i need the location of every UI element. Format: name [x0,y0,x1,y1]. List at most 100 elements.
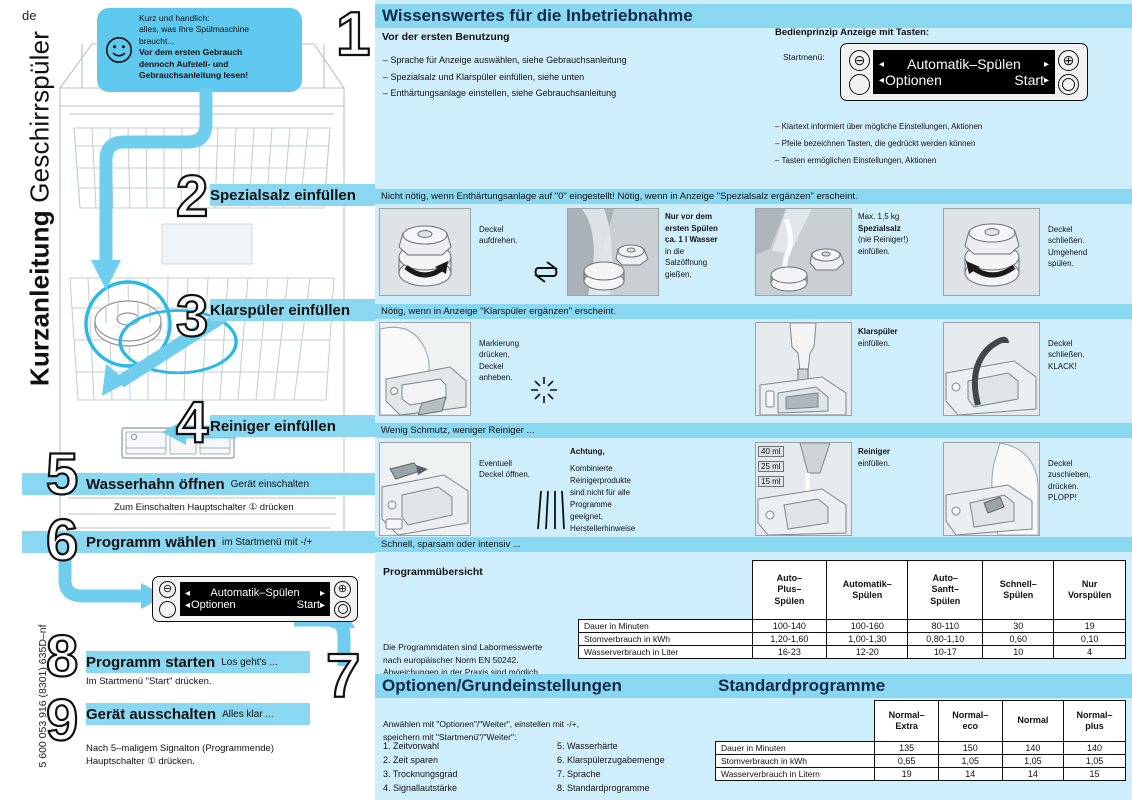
optionen-list-left: 1. Zeitvorwahl 2. Zeit sparen 3. Trocknu… [383,740,458,796]
cell-1-1: 1,00-1,30 [826,632,909,646]
caption-rinse-3: Deckel schließen. KLACK! [1048,326,1128,372]
caption-salt-3-pre: Max. 1,5 kg [858,212,900,221]
right-arrow-icon-main-2: ▸ [1043,74,1049,86]
table-row: Dauer in Minuten 135 150 140 140 [714,741,1126,755]
caption-detergent-4: Deckel zuschieben, drücken. PLOPP! [1048,446,1128,504]
std-cell-2-2: 14 [1001,767,1065,781]
table-row: Wasserverbrauch in Litern 19 14 14 15 [714,767,1126,781]
caption-detergent-1-text: Eventuell Deckel öffnen. [479,458,530,480]
thumb-rinse-2 [755,322,852,416]
step-title-9: Gerät ausschalten [86,705,217,723]
display-left-buttons-main: ⊖ [849,49,870,95]
step-note-9-text: Nach 5–maligem Signalton (Programmende) … [86,742,274,767]
caption-detergent-2-bold: Achtung, [570,447,605,456]
program-overview-table: Auto– Plus– Spülen Automatik– Spülen Aut… [578,560,1126,659]
thumb-salt-1 [379,208,471,296]
cell-0-4: 19 [1053,619,1126,633]
step-bar-9: Gerät ausschalten Alles klar ... [86,703,310,725]
cell-2-2: 10-17 [907,645,984,659]
intro-line-1: Kurz und handlich: [139,13,210,23]
main-panel: Wissenswertes für die Inbetriebnahme Vor… [375,0,1132,800]
intro-line-2: alles, was Ihre Spülmaschine [139,24,250,35]
display-left-buttons: ⊖ [159,580,176,618]
step-title-2: Spezialsalz einfüllen [210,186,356,204]
optionen-intro-text: Anwählen mit "Optionen"/"Weiter", einste… [383,718,579,742]
caption-salt-1: Deckel aufdrehen. [479,212,559,247]
table-row: Dauer in Minuten 100-140 100-160 80-110 … [578,619,1126,633]
ml-tag-25: 25 ml [758,461,784,472]
caption-salt-3: Max. 1,5 kg Spezialsalz (nie Reiniger!) … [858,211,936,257]
step-note-8-text: Im Startmenü "Start" drücken. [86,676,212,687]
plus-button-main[interactable]: ⊕ [1058,49,1079,71]
std-cell-2-3: 15 [1063,767,1126,781]
blank-button[interactable] [159,600,176,618]
section-header-standardprogramme: Standardprogramme [711,674,1132,698]
cell-0-2: 80-110 [907,619,984,633]
caption-salt-3-bold: Spezialsalz [858,223,901,233]
col-header-1: Automatik– Spülen [826,560,909,620]
step-number-6: 6 [45,508,79,573]
step-bar-2: Spezialsalz einfüllen [210,184,375,206]
control-display-panel-left[interactable]: ⊖ ◂ Automatik–Spülen ▸ ◂ Optionen Start … [152,576,358,622]
col-header-3: Schnell– Spülen [982,560,1055,620]
plus-button[interactable]: ⊕ [334,580,351,598]
table-header-row: Auto– Plus– Spülen Automatik– Spülen Aut… [579,560,1126,620]
minus-button[interactable]: ⊖ [159,580,176,598]
bedien-note-2: – Pfeile bezeichnen Tasten, die gedrückt… [775,139,976,149]
minus-button-main[interactable]: ⊖ [849,49,870,71]
cell-2-1: 12-20 [826,645,909,659]
thumb-detergent-1 [379,442,471,536]
std-cell-0-2: 140 [1001,741,1065,755]
bedienprinzip-notes: – Klartext informiert über mögliche Eins… [775,118,982,170]
lcd-row-options-main: ◂ Optionen Start ▸ [879,72,1049,88]
bullet-2: – Spezialsalz und Klarspüler einfüllen, … [383,71,585,82]
std-cell-1-1: 1,05 [937,754,1003,768]
cell-2-0: 16-23 [751,645,828,659]
band-salt-text: Nicht nötig, wenn Enthärtungsanlage auf … [381,191,858,202]
lcd-row-options: ◂ Optionen Start ▸ [185,599,325,611]
display-right-buttons-main: ⊕ [1058,49,1079,95]
left-arrow-icon: ◂ [185,587,191,599]
right-arrow-icon: ▸ [319,587,325,599]
intro-callout-text: Kurz und handlich: alles, was Ihre Spülm… [139,13,297,82]
caption-rinse-1-text: Markierung drücken, Deckel anheben. [479,338,520,383]
option-item-5: 5. Wasserhärte [557,741,618,751]
plus-icon: ⊕ [337,582,348,595]
cell-1-0: 1,20-1,60 [751,632,828,646]
band-detergent: Wenig Schmutz, weniger Reiniger ... [375,423,1132,438]
intro-callout: Kurz und handlich: alles, was Ihre Spülm… [97,8,302,92]
option-item-4: 4. Signallautstärke [383,782,458,793]
band-rinse: Nötig, wenn in Anzeige "Klarspüler ergän… [375,304,1132,319]
display-right-buttons: ⊕ [334,580,351,618]
cell-0-0: 100-140 [751,619,828,633]
band-salt: Nicht nötig, wenn Enthärtungsanlage auf … [375,189,1132,204]
std-col-header-0: Normal– Extra [874,700,939,742]
caption-rinse-2-bold: Klarspüler [858,327,898,336]
caption-detergent-4-text: Deckel zuschieben, drücken. PLOPP! [1048,458,1091,503]
step-sub-8: Los geht's ... [221,656,278,668]
step-sub-5: Gerät einschalten [230,478,310,490]
standard-programs-table: Normal– Extra Normal– eco Normal Normal–… [714,700,1126,781]
std-col-header-3: Normal– plus [1063,700,1126,742]
option-item-8: 8. Standardprogramme [557,782,650,793]
page-title-thin: Geschirrspüler [24,30,55,203]
swap-arrows-icon [534,261,558,283]
step-note-5-text: Zum Einschalten Hauptschalter ① drücken [114,502,294,513]
ring-icon [337,604,348,614]
caption-salt-2-rest: in die Salzöffnung gießen. [665,246,708,279]
blank-button-main[interactable] [849,73,870,95]
step-title-5: Wasserhahn öffnen [86,475,225,493]
ring-button[interactable] [334,600,351,618]
ring-button-main[interactable] [1058,73,1079,95]
cell-0-3: 30 [982,619,1055,633]
caption-detergent-3-bold: Reiniger [858,447,891,456]
control-display-panel-main[interactable]: ⊖ ◂ Automatik–Spülen ▸ ◂ Optionen Start … [840,43,1088,101]
step-sub-6: im Startmenü mit -/+ [222,536,313,548]
quick-guide-page: de Kurzanleitung Geschirrspüler 5 600 05… [0,0,1132,800]
std-cell-1-3: 1,05 [1063,754,1126,768]
step-bar-8: Programm starten Los geht's ... [86,651,310,673]
thumb-detergent-4 [943,442,1040,536]
step-number-7: 7 [325,642,362,711]
cell-1-2: 0,80-1,10 [907,632,984,646]
intro-line-3: braucht... [139,35,175,46]
